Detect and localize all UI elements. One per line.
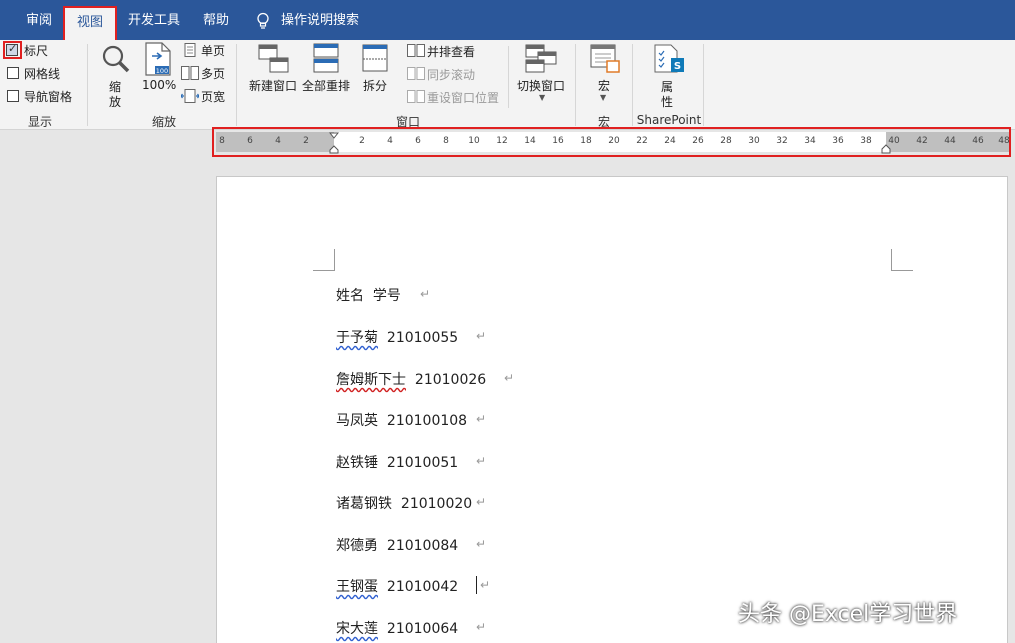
macros-dropdown-icon[interactable]: ▼ xyxy=(600,93,606,102)
paragraph-mark: ↵ xyxy=(476,495,487,509)
page-width-button[interactable]: 页宽 xyxy=(201,88,225,105)
multiple-pages-button[interactable]: 多页 xyxy=(201,65,225,82)
reset-window-position-icon xyxy=(407,90,425,103)
paragraph-mark: ↵ xyxy=(504,371,515,385)
gridlines-checkbox[interactable] xyxy=(7,67,19,79)
tab-review[interactable]: 审阅 xyxy=(26,10,52,32)
side-by-side-button[interactable]: 并排查看 xyxy=(427,43,475,60)
paragraph-mark: ↵ xyxy=(476,412,487,426)
group-label-show: 显示 xyxy=(27,115,52,129)
switch-windows-icon[interactable] xyxy=(525,44,557,74)
list-item[interactable]: 于予菊 21010055 xyxy=(336,327,458,347)
new-window-button[interactable]: 新建窗口 xyxy=(249,77,297,94)
side-by-side-icon[interactable] xyxy=(407,44,425,58)
list-item[interactable]: 赵铁锤 21010051 xyxy=(336,452,458,472)
multiple-pages-icon[interactable] xyxy=(181,66,199,80)
arrange-all-icon[interactable] xyxy=(313,43,339,73)
switch-windows-button[interactable]: 切换窗口 xyxy=(517,77,565,94)
reset-window-position-button: 重设窗口位置 xyxy=(427,91,500,105)
text-cursor xyxy=(476,576,477,594)
paragraph-mark: ↵ xyxy=(476,537,487,551)
ruler-checkbox[interactable] xyxy=(6,42,18,56)
paragraph-mark: ↵ xyxy=(476,620,487,634)
lightbulb-icon[interactable] xyxy=(256,12,270,30)
macros-button[interactable]: 宏 xyxy=(598,77,610,94)
list-item[interactable]: 姓名 学号 xyxy=(336,285,401,305)
ruler-area: 8 6 4 2 2 4 6 8 10 12 14 16 18 20 22 24 … xyxy=(0,127,1015,176)
tab-help[interactable]: 帮助 xyxy=(203,10,229,32)
list-item[interactable]: 詹姆斯下士 21010026 xyxy=(336,369,486,389)
new-window-icon[interactable] xyxy=(258,44,290,74)
macros-icon[interactable] xyxy=(590,44,622,74)
paragraph-mark: ↵ xyxy=(480,578,491,592)
paragraph-mark: ↵ xyxy=(476,329,487,343)
magnifier-icon[interactable] xyxy=(100,44,132,76)
sync-scroll-button: 同步滚动 xyxy=(427,68,476,82)
zoom-100-icon[interactable]: 100 xyxy=(144,42,172,76)
document-page[interactable]: 姓名 学号 ↵ 于予菊 21010055 ↵ 詹姆斯下士 21010026 ↵ … xyxy=(216,176,1008,643)
properties-icon[interactable]: S xyxy=(653,44,685,76)
page-width-icon[interactable] xyxy=(181,89,199,103)
gridlines-checkbox-label[interactable]: 网格线 xyxy=(24,65,60,82)
svg-text:100: 100 xyxy=(156,67,168,75)
tell-me-search[interactable]: 操作说明搜索 xyxy=(281,10,359,32)
group-separator xyxy=(703,44,704,126)
one-page-button[interactable]: 单页 xyxy=(201,42,225,59)
group-separator xyxy=(508,46,509,108)
tab-developer[interactable]: 开发工具 xyxy=(128,10,180,32)
sync-scroll-icon xyxy=(407,67,425,80)
paragraph-mark: ↵ xyxy=(476,454,487,468)
ruler-checkbox-label[interactable]: 标尺 xyxy=(24,42,48,59)
switch-windows-dropdown-icon[interactable]: ▼ xyxy=(539,93,545,102)
ribbon-view: 标尺 网格线 导航窗格 显示 缩 放 100 100% 单页 多页 页宽 缩放 … xyxy=(0,40,1015,130)
nav-pane-checkbox-label[interactable]: 导航窗格 xyxy=(24,88,72,105)
split-icon[interactable] xyxy=(362,44,388,72)
list-item[interactable]: 郑德勇 21010084 xyxy=(336,535,458,555)
tab-view[interactable]: 视图 xyxy=(63,6,118,40)
group-separator xyxy=(236,44,237,126)
watermark: 头条 @Excel学习世界 xyxy=(738,602,958,627)
one-page-icon[interactable] xyxy=(183,43,197,57)
group-label-sharepoint: SharePoint xyxy=(636,113,702,127)
nav-pane-checkbox[interactable] xyxy=(7,90,19,102)
zoom-button-label-2[interactable]: 放 xyxy=(109,93,121,110)
svg-text:S: S xyxy=(674,61,681,72)
margin-corner-mark xyxy=(891,249,913,271)
ribbon-tab-bar: 审阅 视图 开发工具 帮助 操作说明搜索 xyxy=(0,0,1015,40)
split-button[interactable]: 拆分 xyxy=(363,77,387,94)
group-separator xyxy=(575,44,576,126)
list-item[interactable]: 王钢蛋 21010042 xyxy=(336,576,458,596)
list-item[interactable]: 马凤英 210100108 xyxy=(336,410,467,430)
list-item[interactable]: 诸葛钢铁 21010020 xyxy=(336,493,472,513)
arrange-all-button[interactable]: 全部重排 xyxy=(302,77,350,94)
ruler-highlight xyxy=(212,127,1011,157)
list-item[interactable]: 宋大莲 21010064 xyxy=(336,618,458,638)
group-label-zoom: 缩放 xyxy=(151,115,176,129)
group-separator xyxy=(87,44,88,126)
group-separator xyxy=(632,44,633,126)
paragraph-mark: ↵ xyxy=(420,287,431,301)
zoom-100-label[interactable]: 100% xyxy=(142,78,176,92)
margin-corner-mark xyxy=(313,249,335,271)
properties-button-label-2[interactable]: 性 xyxy=(661,93,673,110)
